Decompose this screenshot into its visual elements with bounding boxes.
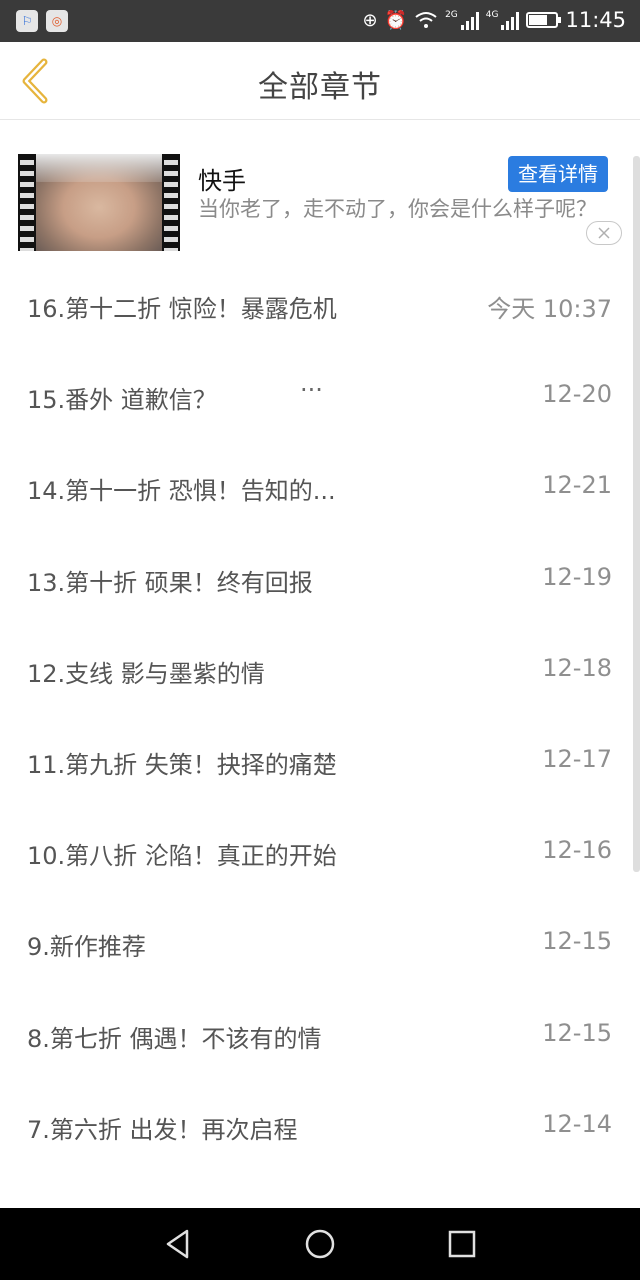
chapter-date: 12-18	[542, 653, 612, 682]
chapter-title: 13.第十折 硕果！终有回报	[27, 568, 313, 597]
system-nav-bar	[0, 1208, 640, 1280]
nav-back-button[interactable]	[160, 1226, 196, 1262]
chapter-title: 7.第六折 出发！再次启程	[27, 1115, 298, 1144]
chapter-date: 今天 10:37	[487, 295, 612, 323]
ad-thumbnail[interactable]	[18, 154, 180, 251]
nav-recents-button[interactable]	[444, 1226, 480, 1262]
chapter-title: 12.支线 影与墨紫的情	[27, 659, 265, 688]
chapter-title: 11.第九折 失策！抉择的痛楚	[27, 750, 337, 779]
signal-2g-icon: 2G	[445, 10, 479, 30]
chapter-row[interactable]: 12.支线 影与墨紫的情 12-18	[0, 626, 632, 717]
chapter-title: 10.第八折 沦陷！真正的开始	[27, 842, 337, 871]
chapter-row[interactable]: 14.第十一折 恐惧！告知的... 12-21	[0, 443, 632, 534]
ad-description: 当你老了，走不动了，你会是什么样子呢？	[198, 197, 597, 221]
status-time: 11:45	[565, 8, 626, 32]
chapter-title: 9.新作推荐	[27, 933, 146, 962]
ad-banner[interactable]: 快手 当你老了，走不动了，你会是什么样子呢？ 查看详情	[0, 121, 632, 261]
home-circle-icon	[305, 1229, 335, 1259]
chapter-date: 12-17	[542, 744, 612, 773]
scrollbar[interactable]	[633, 156, 640, 872]
more-ellipsis-icon: ···	[300, 376, 323, 405]
battery-fill	[529, 15, 548, 25]
chapter-title: 14.第十一折 恐惧！告知的...	[27, 477, 336, 506]
chapter-list: 16.第十二折 惊险！暴露危机 今天 10:37 15.番外 道歉信？ ··· 12-2…	[0, 261, 632, 1173]
network-4g-label: 4G	[485, 10, 499, 20]
baidu-icon: ⚐	[16, 10, 38, 32]
chapter-date: 12-19	[542, 562, 612, 591]
header: 全部章节	[0, 42, 640, 120]
chapter-date: 12-15	[542, 927, 612, 956]
back-triangle-icon	[166, 1229, 189, 1259]
browser-icon: ◎	[46, 10, 68, 32]
chapter-title: 15.番外 道歉信？	[27, 386, 217, 415]
chapter-title: 16.第十二折 惊险！暴露危机	[27, 295, 337, 323]
battery-icon	[526, 12, 562, 28]
chapter-date: 12-20	[542, 380, 612, 409]
chapter-row[interactable]: 15.番外 道歉信？ ··· 12-20	[0, 352, 632, 443]
ad-close-button[interactable]	[586, 221, 622, 245]
chapter-row[interactable]: 9.新作推荐 12-15	[0, 899, 632, 990]
ad-detail-button[interactable]: 查看详情	[508, 156, 608, 192]
page-title: 全部章节	[258, 70, 382, 105]
chapter-date: 12-16	[542, 836, 612, 865]
chapter-date: 12-14	[542, 1109, 612, 1138]
chapter-row[interactable]: 7.第六折 出发！再次启程 12-14	[0, 1082, 632, 1173]
chapter-row[interactable]: 11.第九折 失策！抉择的痛楚 12-17	[0, 717, 632, 808]
network-2g-label: 2G	[445, 10, 458, 20]
nav-home-button[interactable]	[302, 1226, 338, 1262]
recents-square-icon	[448, 1230, 476, 1258]
wifi-icon	[415, 12, 437, 28]
ad-title: 快手	[198, 167, 246, 195]
chapter-date: 12-15	[542, 1018, 612, 1047]
status-bar: ⚐ ◎ ⊕ ⏰ 2G 4G 11:45	[0, 0, 640, 42]
chapter-row[interactable]: 8.第七折 偶遇！不该有的情 12-15	[0, 991, 632, 1082]
chapter-date: 12-21	[542, 471, 612, 500]
close-icon	[598, 227, 610, 239]
chapter-row[interactable]: 13.第十折 硕果！终有回报 12-19	[0, 535, 632, 626]
signal-4g-icon: 4G	[486, 10, 520, 30]
chapter-row[interactable]: 10.第八折 沦陷！真正的开始 12-16	[0, 808, 632, 899]
hd-call-icon: ⊕	[362, 9, 378, 31]
alarm-icon: ⏰	[384, 9, 408, 31]
chapter-title: 8.第七折 偶遇！不该有的情	[27, 1024, 322, 1053]
chapter-row[interactable]: 16.第十二折 惊险！暴露危机 今天 10:37	[0, 261, 632, 352]
